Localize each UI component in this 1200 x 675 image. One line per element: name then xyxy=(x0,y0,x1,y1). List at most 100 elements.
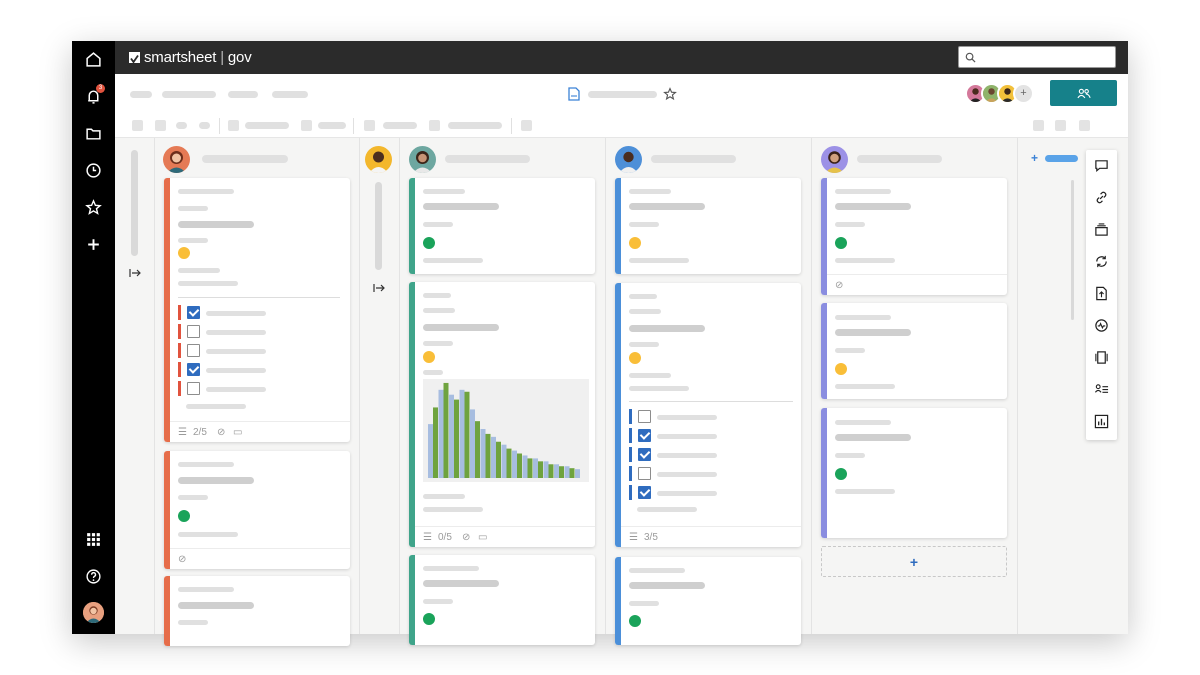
clock-icon[interactable] xyxy=(84,161,103,180)
update-requests-icon[interactable] xyxy=(1094,254,1109,269)
chart-bar-green xyxy=(569,468,575,478)
checkbox-checked[interactable] xyxy=(638,429,651,442)
status-dot-yellow xyxy=(629,237,641,249)
task-card[interactable] xyxy=(821,408,1007,538)
checkbox-unchecked[interactable] xyxy=(638,467,651,480)
card-fields-icon[interactable] xyxy=(1094,382,1109,397)
apps-grid-icon[interactable] xyxy=(84,530,103,549)
share-button[interactable] xyxy=(1050,80,1117,106)
checkbox-checked[interactable] xyxy=(638,448,651,461)
task-card[interactable]: ⊘ xyxy=(821,178,1007,295)
expand-lane-icon[interactable] xyxy=(129,265,141,277)
bar-chart-image xyxy=(428,382,580,478)
text-placeholder xyxy=(423,494,465,499)
lane-owner-avatar[interactable] xyxy=(365,146,392,173)
toolbar-dropdown[interactable] xyxy=(383,122,417,129)
breadcrumb-placeholder[interactable] xyxy=(272,91,308,98)
favorite-star-icon[interactable] xyxy=(663,87,677,101)
star-icon[interactable] xyxy=(84,198,103,217)
breadcrumb-placeholder[interactable] xyxy=(162,91,216,98)
card-color-bar xyxy=(821,303,827,399)
comment-icon[interactable]: ▭ xyxy=(233,427,242,438)
task-card[interactable]: ☰ 2/5 ⊘ ▭ xyxy=(164,178,350,442)
breadcrumb-placeholder[interactable] xyxy=(130,91,152,98)
attachment-icon[interactable]: ⊘ xyxy=(178,554,186,565)
card-title-placeholder xyxy=(835,203,911,210)
home-icon[interactable] xyxy=(84,50,103,69)
lane-title-placeholder xyxy=(445,155,530,163)
plus-icon[interactable] xyxy=(84,235,103,254)
toolbar-button[interactable] xyxy=(429,120,440,131)
publish-icon[interactable] xyxy=(1094,286,1109,301)
text-placeholder xyxy=(178,268,220,273)
add-card-button[interactable]: + xyxy=(821,546,1007,577)
add-lane-plus[interactable]: + xyxy=(1031,151,1038,165)
toolbar-button[interactable] xyxy=(364,120,375,131)
toolbar-dropdown[interactable] xyxy=(318,122,346,129)
task-card[interactable]: ⊘ xyxy=(164,451,350,569)
chart-bar-light xyxy=(522,455,528,478)
toolbar-button[interactable] xyxy=(199,122,210,129)
collapsed-lane-handle[interactable] xyxy=(375,182,382,270)
attachment-icon[interactable]: ⊘ xyxy=(217,427,225,438)
brand-logo[interactable]: smartsheet | gov xyxy=(129,49,252,66)
toolbar-button[interactable] xyxy=(1079,120,1090,131)
chart-bar-green xyxy=(475,421,480,478)
add-collaborator-button[interactable]: + xyxy=(1013,83,1034,104)
help-icon[interactable] xyxy=(84,567,103,586)
comment-icon[interactable]: ▭ xyxy=(478,532,487,543)
summary-icon[interactable] xyxy=(1094,350,1109,365)
people-icon xyxy=(1076,88,1091,98)
toolbar-button[interactable] xyxy=(1055,120,1066,131)
attachment-icon[interactable]: ⊘ xyxy=(462,532,470,543)
toolbar-button[interactable] xyxy=(301,120,312,131)
lane-owner-avatar[interactable] xyxy=(821,146,848,173)
task-card[interactable] xyxy=(164,576,350,646)
expand-lane-icon[interactable] xyxy=(373,280,385,292)
chart-bar-light xyxy=(470,409,475,478)
task-card[interactable] xyxy=(615,557,801,645)
comments-icon[interactable] xyxy=(1094,158,1109,173)
attachment-icon[interactable]: ⊘ xyxy=(835,280,843,291)
activity-log-icon[interactable] xyxy=(1094,318,1109,333)
checklist-item-placeholder xyxy=(657,453,717,458)
toolbar-button[interactable] xyxy=(228,120,239,131)
task-card[interactable] xyxy=(409,555,595,645)
checkbox-unchecked[interactable] xyxy=(638,410,651,423)
lane-owner-avatar[interactable] xyxy=(163,146,190,173)
checkbox-checked[interactable] xyxy=(638,486,651,499)
toolbar-button[interactable] xyxy=(521,120,532,131)
lane-owner-avatar[interactable] xyxy=(409,146,436,173)
user-avatar[interactable] xyxy=(83,602,104,623)
proofs-icon[interactable] xyxy=(1094,222,1109,237)
collapsed-lane-handle[interactable] xyxy=(131,150,138,256)
task-card[interactable] xyxy=(615,178,801,274)
text-placeholder xyxy=(186,404,246,409)
toolbar-dropdown[interactable] xyxy=(245,122,289,129)
text-placeholder xyxy=(835,348,865,353)
text-placeholder xyxy=(178,620,208,625)
checkbox-unchecked[interactable] xyxy=(187,344,200,357)
checkbox-checked[interactable] xyxy=(187,363,200,376)
reports-chart-icon[interactable] xyxy=(1094,414,1109,429)
task-card[interactable] xyxy=(821,303,1007,399)
toolbar-dropdown[interactable] xyxy=(448,122,502,129)
checkbox-unchecked[interactable] xyxy=(187,325,200,338)
task-card[interactable] xyxy=(409,178,595,274)
folder-icon[interactable] xyxy=(84,124,103,143)
task-card-with-chart[interactable]: ☰ 0/5 ⊘ ▭ xyxy=(409,282,595,547)
attachments-link-icon[interactable] xyxy=(1094,190,1109,205)
board-scrollbar[interactable] xyxy=(1071,180,1074,320)
task-card[interactable]: ☰ 3/5 xyxy=(615,283,801,547)
toolbar-button[interactable] xyxy=(176,122,187,129)
toolbar-button[interactable] xyxy=(1033,120,1044,131)
toolbar-button[interactable] xyxy=(132,120,143,131)
checkbox-checked[interactable] xyxy=(187,306,200,319)
search-input[interactable] xyxy=(958,46,1116,68)
checkbox-unchecked[interactable] xyxy=(187,382,200,395)
breadcrumb-placeholder[interactable] xyxy=(228,91,258,98)
add-lane-label-placeholder[interactable] xyxy=(1045,155,1078,162)
status-dot-yellow xyxy=(178,247,190,259)
toolbar-button[interactable] xyxy=(155,120,166,131)
lane-owner-avatar[interactable] xyxy=(615,146,642,173)
